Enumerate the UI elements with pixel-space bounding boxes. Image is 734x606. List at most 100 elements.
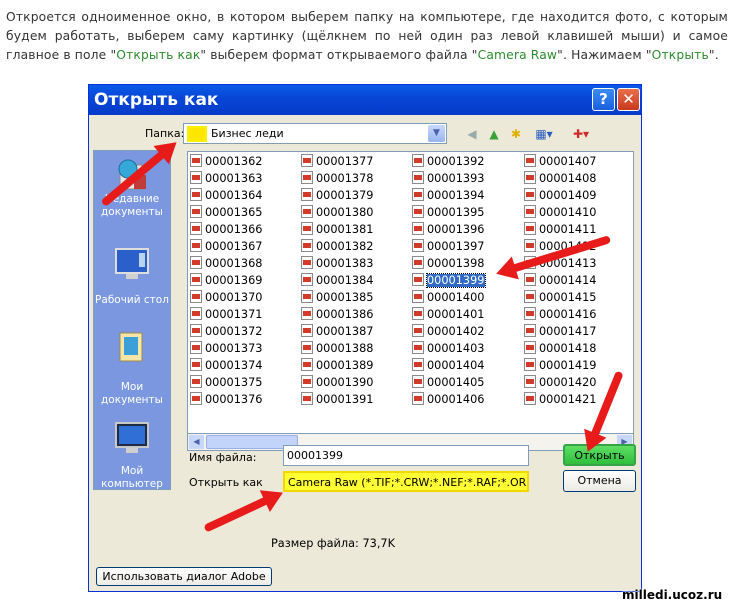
- my-computer-icon[interactable]: [114, 421, 150, 455]
- intro-highlight-open: Открыть: [651, 48, 709, 62]
- file-item[interactable]: 00001388: [301, 341, 374, 357]
- jpg-file-icon: [190, 290, 202, 303]
- file-item[interactable]: 00001421: [524, 392, 597, 408]
- file-item[interactable]: 00001371: [190, 307, 263, 323]
- file-item[interactable]: 00001417: [524, 324, 597, 340]
- help-button[interactable]: ?: [592, 88, 615, 111]
- place-my-documents[interactable]: Мои документы: [94, 381, 170, 407]
- file-item[interactable]: 00001364: [190, 188, 263, 204]
- file-item[interactable]: 00001387: [301, 324, 374, 340]
- file-item[interactable]: 00001385: [301, 290, 374, 306]
- file-item[interactable]: 00001407: [524, 154, 597, 170]
- file-item[interactable]: 00001379: [301, 188, 374, 204]
- close-button[interactable]: ✕: [617, 88, 640, 111]
- file-item[interactable]: 00001411: [524, 222, 597, 238]
- file-name: 00001416: [539, 308, 597, 321]
- file-item[interactable]: 00001386: [301, 307, 374, 323]
- chevron-down-icon[interactable]: ▼: [428, 125, 445, 142]
- file-item[interactable]: 00001370: [190, 290, 263, 306]
- file-item[interactable]: 00001382: [301, 239, 374, 255]
- file-item[interactable]: 00001420: [524, 375, 597, 391]
- file-item[interactable]: 00001395: [412, 205, 485, 221]
- file-item[interactable]: 00001401: [412, 307, 485, 323]
- file-list: 00001362 00001363 00001364 00001365 00001366…: [187, 151, 634, 434]
- file-item[interactable]: 00001381: [301, 222, 374, 238]
- file-item[interactable]: 00001373: [190, 341, 263, 357]
- file-item[interactable]: 00001367: [190, 239, 263, 255]
- file-item[interactable]: 00001404: [412, 358, 485, 374]
- cancel-button[interactable]: Отмена: [563, 470, 636, 492]
- file-name: 00001391: [316, 393, 374, 406]
- file-item[interactable]: 00001398: [412, 256, 485, 272]
- file-item[interactable]: 00001375: [190, 375, 263, 391]
- file-item[interactable]: 00001374: [190, 358, 263, 374]
- file-item[interactable]: 00001416: [524, 307, 597, 323]
- up-folder-icon[interactable]: ▲: [485, 125, 503, 143]
- file-item[interactable]: 00001418: [524, 341, 597, 357]
- file-item[interactable]: 00001391: [301, 392, 374, 408]
- place-my-computer[interactable]: Мой компьютер: [94, 465, 170, 489]
- file-item[interactable]: 00001392: [412, 154, 485, 170]
- file-item[interactable]: 00001377: [301, 154, 374, 170]
- jpg-file-icon: [524, 341, 536, 354]
- file-item[interactable]: 00001408: [524, 171, 597, 187]
- file-item[interactable]: 00001384: [301, 273, 374, 289]
- jpg-file-icon: [301, 171, 313, 184]
- scroll-left-icon[interactable]: ◀: [189, 435, 204, 449]
- my-documents-icon[interactable]: [114, 329, 150, 363]
- file-item[interactable]: 00001409: [524, 188, 597, 204]
- file-item[interactable]: 00001372: [190, 324, 263, 340]
- file-item[interactable]: 00001378: [301, 171, 374, 187]
- file-item[interactable]: 00001403: [412, 341, 485, 357]
- use-adobe-dialog-button[interactable]: Использовать диалог Adobe: [96, 567, 272, 586]
- folder-dropdown[interactable]: Бизнес леди ▼: [183, 123, 447, 144]
- place-desktop[interactable]: Рабочий стол: [94, 294, 170, 307]
- title-bar[interactable]: Открыть как ? ✕: [89, 85, 641, 115]
- file-item[interactable]: 00001394: [412, 188, 485, 204]
- file-item[interactable]: 00001410: [524, 205, 597, 221]
- file-item[interactable]: 00001406: [412, 392, 485, 408]
- file-item[interactable]: 00001369: [190, 273, 263, 289]
- filetype-dropdown[interactable]: Camera Raw (*.TIF;*.CRW;*.NEF;*.RAF;*.OR…: [283, 471, 529, 492]
- view-menu-icon[interactable]: ▦▾: [531, 125, 557, 143]
- file-item[interactable]: 00001405: [412, 375, 485, 391]
- file-item[interactable]: 00001419: [524, 358, 597, 374]
- jpg-file-icon: [412, 375, 424, 388]
- file-item[interactable]: 00001368: [190, 256, 263, 272]
- file-item[interactable]: 00001383: [301, 256, 374, 272]
- file-item[interactable]: 00001389: [301, 358, 374, 374]
- tools-menu-icon[interactable]: ✚▾: [567, 125, 595, 143]
- dialog-title: Открыть как: [94, 90, 219, 110]
- file-name: 00001421: [539, 393, 597, 406]
- file-item[interactable]: 00001390: [301, 375, 374, 391]
- file-name: 00001401: [427, 308, 485, 321]
- new-folder-icon[interactable]: ✱: [507, 125, 525, 143]
- jpg-file-icon: [301, 239, 313, 252]
- file-item[interactable]: 00001402: [412, 324, 485, 340]
- file-item[interactable]: 00001362: [190, 154, 263, 170]
- file-item[interactable]: 00001415: [524, 290, 597, 306]
- file-item[interactable]: 00001380: [301, 205, 374, 221]
- jpg-file-icon: [190, 171, 202, 184]
- file-item[interactable]: 00001397: [412, 239, 485, 255]
- back-icon[interactable]: ◀: [463, 125, 481, 143]
- desktop-icon[interactable]: [114, 247, 150, 281]
- file-item[interactable]: 00001363: [190, 171, 263, 187]
- file-name: 00001409: [539, 189, 597, 202]
- filetype-label: Открыть как: [189, 476, 263, 489]
- file-item[interactable]: 00001365: [190, 205, 263, 221]
- jpg-file-icon: [524, 358, 536, 371]
- file-item[interactable]: 00001393: [412, 171, 485, 187]
- file-item[interactable]: 00001400: [412, 290, 485, 306]
- file-item[interactable]: 00001396: [412, 222, 485, 238]
- file-item[interactable]: 00001376: [190, 392, 263, 408]
- file-name: 00001404: [427, 359, 485, 372]
- filename-input[interactable]: 00001399: [283, 445, 529, 466]
- file-item[interactable]: 00001414: [524, 273, 597, 289]
- file-name: 00001410: [539, 206, 597, 219]
- file-item[interactable]: 00001399: [412, 273, 486, 289]
- file-name: 00001380: [316, 206, 374, 219]
- file-item[interactable]: 00001366: [190, 222, 263, 238]
- file-name: 00001393: [427, 172, 485, 185]
- file-name: 00001378: [316, 172, 374, 185]
